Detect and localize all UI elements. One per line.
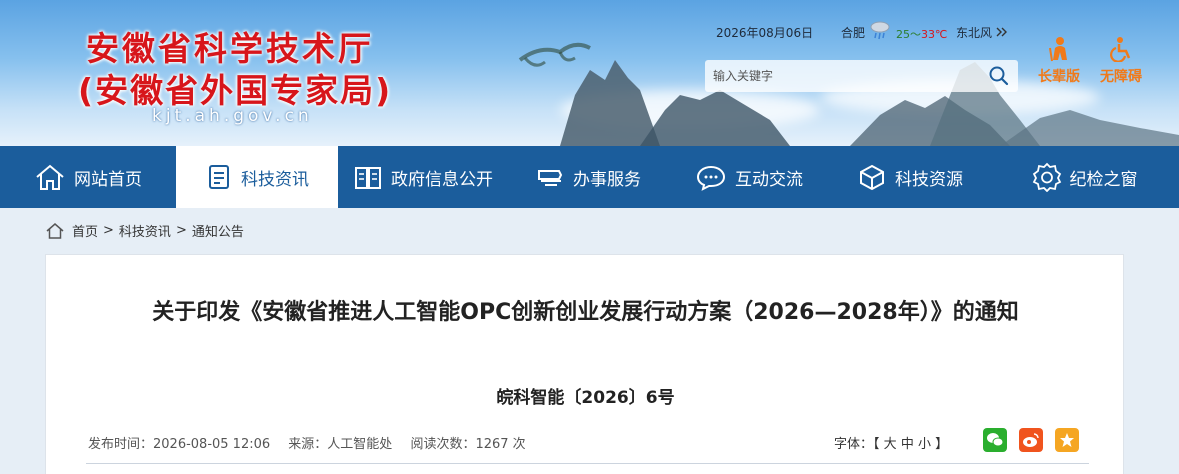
- nav-item-gov-info[interactable]: 政府信息公开: [338, 146, 508, 208]
- temp-low: 25: [896, 28, 910, 41]
- article-title: 关于印发《安徽省推进人工智能OPC创新创业发展行动方案（2026—2028年）》…: [152, 300, 1019, 325]
- nav-item-services[interactable]: 办事服务: [508, 146, 668, 208]
- breadcrumb-notices[interactable]: 通知公告: [192, 221, 244, 240]
- site-subtitle: (安徽省外国专家局): [78, 71, 393, 110]
- view-count: 阅读次数：1267 次: [410, 437, 526, 452]
- article-source: 来源：人工智能处: [288, 437, 393, 452]
- wind-direction: 东北风: [956, 26, 993, 40]
- city-name: 合肥: [841, 26, 866, 40]
- book-icon: [355, 167, 381, 189]
- nav-item-interaction[interactable]: 互动交流: [668, 146, 830, 208]
- article-meta: 发布时间：2026-08-05 12:06 来源：人工智能处 阅读次数：1267…: [88, 433, 540, 452]
- current-date: 2026年08月06日: [716, 26, 814, 40]
- favorite-button[interactable]: [1055, 428, 1079, 452]
- nav-item-label: 办事服务: [573, 169, 641, 190]
- site-title: 安徽省科学技术厅: [86, 29, 374, 68]
- temperature: 25～33℃: [896, 26, 947, 42]
- nav-item-home[interactable]: 网站首页: [0, 146, 176, 208]
- search-box: [705, 60, 1018, 92]
- badge-icon: [1032, 162, 1061, 192]
- weather-rain-icon: [870, 21, 890, 40]
- search-input[interactable]: [713, 66, 973, 86]
- temp-high: 33℃: [921, 28, 948, 41]
- service-icon: [538, 170, 563, 186]
- site-header: 安徽省科学技术厅 (安徽省外国专家局) kjt.ah.gov.cn 2026年0…: [0, 0, 1179, 146]
- nav-item-label: 政府信息公开: [391, 169, 493, 190]
- publish-time: 发布时间：2026-08-05 12:06: [88, 437, 271, 452]
- breadcrumb-home[interactable]: 首页: [72, 221, 98, 240]
- double-chevron-right-icon[interactable]: [996, 27, 1008, 37]
- font-size-large[interactable]: 大: [884, 437, 897, 452]
- font-size-small[interactable]: 小: [918, 437, 931, 452]
- breadcrumb-separator: >: [175, 223, 187, 238]
- document-icon: [209, 165, 229, 189]
- search-icon[interactable]: [988, 65, 1010, 87]
- font-bracket-open: 【: [873, 437, 880, 452]
- nav-item-tech-news[interactable]: 科技资讯: [176, 146, 338, 208]
- elder-mode-button[interactable]: 长辈版: [1038, 36, 1080, 86]
- star-icon: [1060, 433, 1074, 447]
- site-domain: kjt.ah.gov.cn: [152, 106, 313, 126]
- wechat-icon: [987, 433, 1004, 447]
- divider: [86, 463, 1089, 464]
- nav-item-label: 互动交流: [735, 169, 803, 190]
- font-size-medium[interactable]: 中: [901, 437, 914, 452]
- wheelchair-icon: [1110, 37, 1131, 63]
- nav-item-label: 网站首页: [74, 169, 142, 190]
- chat-icon: [696, 165, 726, 191]
- share-wechat-button[interactable]: [983, 428, 1007, 452]
- font-size-control: 字体：【 大 中 小 】: [834, 433, 948, 452]
- accessibility-button[interactable]: 无障碍: [1100, 36, 1142, 86]
- cube-icon: [860, 164, 884, 191]
- breadcrumb: 首页 > 科技资讯 > 通知公告: [46, 221, 249, 240]
- font-bracket-close: 】: [935, 437, 949, 452]
- article-panel: 关于印发《安徽省推进人工智能OPC创新创业发展行动方案（2026—2028年）》…: [45, 254, 1124, 474]
- document-number: 皖科智能〔2026〕6号: [496, 388, 675, 408]
- accessibility-label: 无障碍: [1100, 69, 1142, 85]
- nav-item-tech-resources[interactable]: 科技资源: [830, 146, 990, 208]
- share-weibo-button[interactable]: [1019, 428, 1043, 452]
- home-icon: [46, 222, 64, 239]
- weibo-icon: [1023, 433, 1039, 447]
- main-nav: 网站首页 科技资讯 政府信息公开 办事服务 互动交流 科技资源 纪检之窗: [0, 146, 1179, 208]
- nav-item-label: 纪检之窗: [1069, 169, 1138, 190]
- breadcrumb-tech-news[interactable]: 科技资讯: [119, 221, 171, 240]
- nav-item-discipline[interactable]: 纪检之窗: [990, 146, 1179, 208]
- nav-item-label: 科技资源: [895, 169, 963, 190]
- elder-icon: [1049, 37, 1067, 62]
- home-icon: [36, 164, 64, 190]
- temp-separator: ～: [910, 28, 921, 41]
- elder-mode-label: 长辈版: [1038, 69, 1080, 85]
- font-size-label: 字体：: [834, 437, 874, 452]
- nav-item-label: 科技资讯: [241, 169, 309, 190]
- breadcrumb-separator: >: [103, 223, 114, 238]
